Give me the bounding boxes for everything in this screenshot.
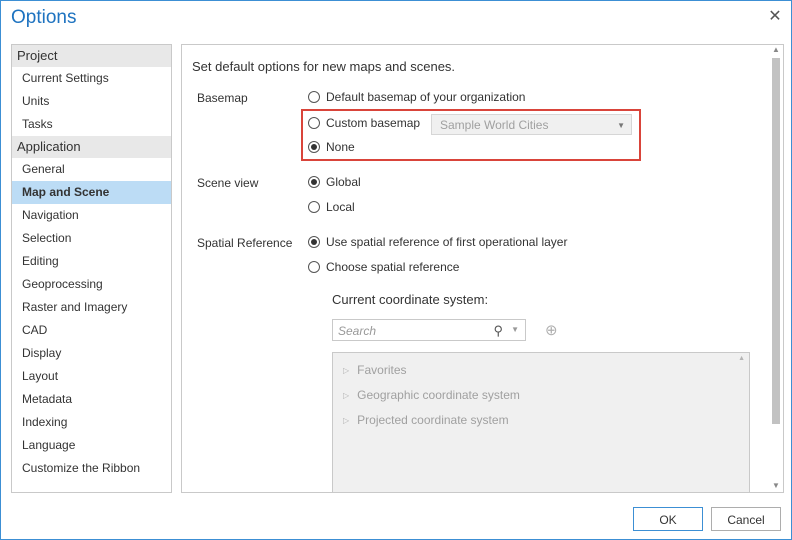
scroll-up-icon[interactable]: ▲: [772, 45, 780, 54]
nav-item-display[interactable]: Display: [12, 342, 171, 365]
basemap-label: Basemap: [197, 91, 248, 105]
nav-item-layout[interactable]: Layout: [12, 365, 171, 388]
expand-icon[interactable]: ▷: [343, 391, 349, 400]
nav-item-units[interactable]: Units: [12, 90, 171, 113]
nav-item-indexing[interactable]: Indexing: [12, 411, 171, 434]
radio-label: Choose spatial reference: [326, 260, 460, 274]
scene-view-label: Scene view: [197, 176, 259, 190]
content-heading: Set default options for new maps and sce…: [192, 59, 456, 74]
nav-section-application: Application: [12, 136, 171, 158]
nav-item-geoprocessing[interactable]: Geoprocessing: [12, 273, 171, 296]
nav-item-general[interactable]: General: [12, 158, 171, 181]
radio-label: Local: [326, 200, 355, 214]
radio-button[interactable]: [308, 201, 320, 213]
nav-item-map-and-scene[interactable]: Map and Scene: [12, 181, 171, 204]
nav-item-selection[interactable]: Selection: [12, 227, 171, 250]
radio-label: Default basemap of your organization: [326, 90, 526, 104]
close-icon[interactable]: ✕: [767, 9, 783, 25]
nav-item-current-settings[interactable]: Current Settings: [12, 67, 171, 90]
nav-item-raster-and-imagery[interactable]: Raster and Imagery: [12, 296, 171, 319]
radio-choose-spatial-reference[interactable]: Choose spatial reference: [308, 260, 459, 274]
radio-label: Use spatial reference of first operation…: [326, 235, 568, 249]
options-content: Set default options for new maps and sce…: [181, 44, 784, 493]
tree-item-label: Favorites: [357, 363, 407, 377]
custom-basemap-select[interactable]: Sample World Cities ▼: [431, 114, 632, 135]
radio-label: Global: [326, 175, 361, 189]
nav-item-editing[interactable]: Editing: [12, 250, 171, 273]
content-scrollbar[interactable]: ▲ ▼: [771, 45, 781, 490]
radio-custom-basemap[interactable]: Custom basemap: [308, 116, 420, 130]
globe-add-icon[interactable]: ⊕: [545, 321, 558, 339]
tree-item-projected[interactable]: ▷ Projected coordinate system: [343, 413, 509, 427]
radio-button[interactable]: [308, 117, 320, 129]
radio-label: None: [326, 140, 355, 154]
radio-button[interactable]: [308, 261, 320, 273]
cancel-button[interactable]: Cancel: [711, 507, 781, 531]
ok-button[interactable]: OK: [633, 507, 703, 531]
nav-item-tasks[interactable]: Tasks: [12, 113, 171, 136]
coordinate-tree[interactable]: ▲ ▷ Favorites ▷ Geographic coordinate sy…: [332, 352, 750, 492]
tree-item-label: Projected coordinate system: [357, 413, 509, 427]
chevron-down-icon: ▼: [617, 121, 625, 130]
nav-item-cad[interactable]: CAD: [12, 319, 171, 342]
scroll-down-icon[interactable]: ▼: [772, 481, 780, 490]
tree-item-geographic[interactable]: ▷ Geographic coordinate system: [343, 388, 520, 402]
spatial-reference-label: Spatial Reference: [197, 236, 293, 250]
custom-basemap-value: Sample World Cities: [440, 118, 549, 132]
scroll-up-icon[interactable]: ▲: [738, 355, 745, 362]
tree-item-label: Geographic coordinate system: [357, 388, 520, 402]
search-icon[interactable]: ⚲: [493, 323, 503, 339]
options-nav: Project Current Settings Units Tasks App…: [11, 44, 172, 493]
scrollbar-thumb[interactable]: [772, 58, 780, 424]
chevron-down-icon[interactable]: ▼: [511, 325, 519, 334]
radio-button[interactable]: [308, 141, 320, 153]
radio-global[interactable]: Global: [308, 175, 361, 189]
search-placeholder: Search: [338, 324, 377, 338]
nav-item-navigation[interactable]: Navigation: [12, 204, 171, 227]
expand-icon[interactable]: ▷: [343, 366, 349, 375]
tree-item-favorites[interactable]: ▷ Favorites: [343, 363, 407, 377]
radio-local[interactable]: Local: [308, 200, 355, 214]
nav-item-language[interactable]: Language: [12, 434, 171, 457]
radio-use-first-layer[interactable]: Use spatial reference of first operation…: [308, 235, 567, 249]
radio-button[interactable]: [308, 176, 320, 188]
nav-section-project: Project: [12, 45, 171, 67]
coordinate-system-heading: Current coordinate system:: [332, 292, 489, 307]
nav-item-customize-the-ribbon[interactable]: Customize the Ribbon: [12, 457, 171, 480]
nav-item-metadata[interactable]: Metadata: [12, 388, 171, 411]
options-dialog: Options ✕ Project Current Settings Units…: [0, 0, 792, 540]
radio-default-basemap[interactable]: Default basemap of your organization: [308, 90, 525, 104]
dialog-title: Options: [11, 7, 77, 28]
expand-icon[interactable]: ▷: [343, 416, 349, 425]
radio-button[interactable]: [308, 91, 320, 103]
radio-label: Custom basemap: [326, 116, 421, 130]
coordinate-search-input[interactable]: Search ⚲ ▼: [332, 319, 526, 341]
radio-button[interactable]: [308, 236, 320, 248]
radio-none-basemap[interactable]: None: [308, 140, 355, 154]
